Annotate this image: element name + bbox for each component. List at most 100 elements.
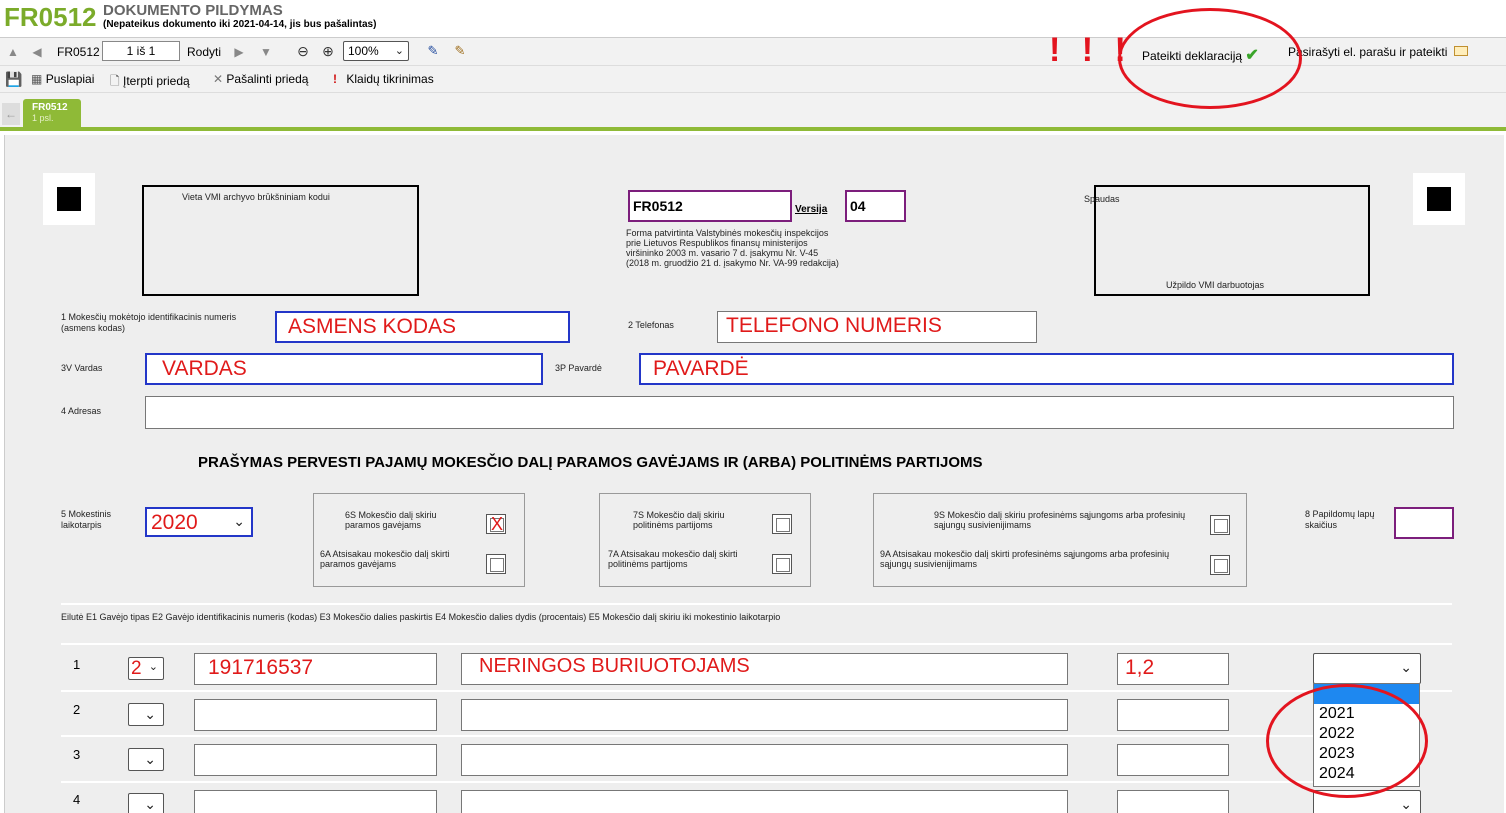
errors-label: Klaidų tikrinimas: [346, 72, 434, 86]
chevron-down-icon: ⌄: [148, 661, 158, 673]
g7a-label: 7A Atsisakau mokesčio dalį skirti politi…: [608, 549, 738, 569]
stamp-fill-label: Užpildo VMI darbuotojas: [1166, 280, 1265, 290]
field1-label: 1 Mokesčių mokėtojo identifikacinis nume…: [61, 312, 237, 333]
show-button[interactable]: Rodyti: [187, 45, 221, 59]
pages-label: Puslapiai: [45, 72, 95, 86]
address-input[interactable]: [145, 396, 1454, 429]
stamp-box: Spaudas Užpildo VMI darbuotojas: [1084, 185, 1370, 296]
group-6: 6S Mokesčio dalį skiriu paramos gavėjams…: [313, 493, 525, 587]
row1-code-input[interactable]: 191716537: [194, 653, 437, 685]
arrow-left-icon[interactable]: ◀: [30, 45, 44, 59]
toolbar-form-code: FR0512: [57, 45, 100, 59]
row2-purpose-input[interactable]: [461, 699, 1068, 731]
divider: [61, 781, 1321, 783]
tab-title: FR0512: [32, 102, 68, 113]
g6s-checkbox[interactable]: X: [486, 514, 506, 534]
exclamation-icon: !: [333, 72, 337, 86]
g6a-checkbox[interactable]: [486, 554, 506, 574]
extra-pages-input[interactable]: [1394, 507, 1454, 539]
group-9: 9S Mokesčio dalį skiriu profesinėms sąju…: [873, 493, 1247, 587]
divider: [61, 643, 1452, 645]
row1-percent-input[interactable]: 1,2: [1117, 653, 1229, 685]
insert-label: Įterpti priedą: [123, 74, 190, 88]
page-tabs: ← FR0512 1 psl.: [0, 93, 1506, 131]
row1-type-select[interactable]: 2 ⌄: [128, 657, 164, 680]
g7a-checkbox[interactable]: [772, 554, 792, 574]
tax-period-select[interactable]: 2020 ⌄: [145, 507, 253, 537]
row4-code-input[interactable]: [194, 790, 437, 813]
row1-code-value: 191716537: [208, 656, 314, 679]
phone-input[interactable]: TELEFONO NUMERIS: [717, 311, 1037, 343]
row2-percent-input[interactable]: [1117, 699, 1229, 731]
insert-icon: 🗋: [110, 74, 120, 88]
row3-code-input[interactable]: [194, 744, 437, 776]
row2-type-select[interactable]: ⌄: [128, 703, 164, 726]
arrow-right-icon[interactable]: ▶: [232, 45, 246, 59]
chevron-down-icon: ⌄: [1400, 796, 1412, 812]
chevron-down-icon: ⌄: [394, 45, 404, 57]
tax-period-value: 2020: [151, 511, 198, 534]
stamp-label: Spaudas: [1084, 194, 1120, 204]
form-heading: PRAŠYMAS PERVESTI PAJAMŲ MOKESČIO DALĮ P…: [198, 454, 983, 471]
zoom-value: 100%: [348, 44, 379, 58]
row3-percent-input[interactable]: [1117, 744, 1229, 776]
sign-label: Pasirašyti el. parašu ir pateikti: [1288, 45, 1448, 59]
table-header: Eilutė E1 Gavėjo tipas E2 Gavėjo identif…: [61, 612, 781, 622]
save-icon[interactable]: 💾: [5, 71, 22, 88]
page-number-input[interactable]: 1 iš 1: [102, 41, 180, 61]
error-check-button[interactable]: ! Klaidų tikrinimas: [333, 72, 434, 86]
field5-label: 5 Mokestinis laikotarpis: [61, 509, 112, 530]
row1-number: 1: [73, 657, 81, 672]
g6a-label: 6A Atsisakau mokesčio dalį skirti paramo…: [320, 549, 450, 569]
zoom-out-icon[interactable]: ⊖: [296, 44, 310, 58]
pages-button[interactable]: ▦ Puslapiai: [31, 72, 94, 86]
row3-number: 3: [73, 747, 81, 762]
g9a-label: 9A Atsisakau mokesčio dalį skirti profes…: [880, 549, 1170, 569]
g7s-checkbox[interactable]: [772, 514, 792, 534]
zoom-select[interactable]: 100% ⌄: [343, 41, 409, 61]
row3-type-select[interactable]: ⌄: [128, 748, 164, 771]
approval-note: Forma patvirtinta Valstybinės mokesčių i…: [626, 228, 839, 268]
archive-label: Vieta VMI archyvo brūkšniniam kodui: [182, 192, 330, 202]
certificate-icon: [1453, 46, 1468, 56]
row1-year-select[interactable]: ⌄: [1313, 653, 1421, 684]
corner-marker: [43, 173, 95, 225]
row1-purpose-input[interactable]: NERINGOS BURIUOTOJAMS: [461, 653, 1068, 685]
first-name-input[interactable]: VARDAS: [145, 353, 543, 385]
remove-attachment-button[interactable]: ✕ Pašalinti priedą: [213, 72, 308, 86]
zoom-in-icon[interactable]: ⊕: [321, 44, 335, 58]
row2-number: 2: [73, 702, 81, 717]
last-name-value: PAVARDĖ: [653, 357, 749, 380]
annotation-ellipse: [1266, 684, 1428, 798]
field3p-label: 3P Pavardė: [555, 363, 602, 373]
field8-label: 8 Papildomų lapų skaičius: [1305, 509, 1375, 530]
arrow-up-icon[interactable]: ▲: [6, 45, 20, 59]
version-label: Versija: [795, 204, 828, 215]
row4-type-select[interactable]: ⌄: [128, 793, 164, 813]
insert-attachment-button[interactable]: 🗋 Įterpti priedą: [110, 72, 190, 93]
last-name-input[interactable]: PAVARDĖ: [639, 353, 1454, 385]
row4-purpose-input[interactable]: [461, 790, 1068, 813]
arrow-down-icon[interactable]: ▼: [259, 45, 273, 59]
chevron-down-icon: ⌄: [144, 751, 156, 767]
divider: [61, 735, 1321, 737]
header-title: DOKUMENTO PILDYMAS: [103, 2, 283, 19]
edit-check-icon[interactable]: ✎: [453, 44, 467, 58]
g9s-checkbox[interactable]: [1210, 515, 1230, 535]
phone-value: TELEFONO NUMERIS: [726, 314, 942, 337]
g9a-checkbox[interactable]: [1210, 555, 1230, 575]
remove-label: Pašalinti priedą: [226, 72, 309, 86]
field2-label: 2 Telefonas: [628, 320, 674, 330]
archive-barcode-box: Vieta VMI archyvo brūkšniniam kodui: [142, 185, 419, 296]
arrow-left-icon[interactable]: ←: [2, 103, 20, 125]
row3-purpose-input[interactable]: [461, 744, 1068, 776]
g6s-label: 6S Mokesčio dalį skiriu paramos gavėjams: [345, 510, 437, 530]
row2-code-input[interactable]: [194, 699, 437, 731]
header-form-code: FR0512: [4, 2, 97, 32]
personal-code-input[interactable]: ASMENS KODAS: [275, 311, 570, 343]
sign-and-submit-button[interactable]: Pasirašyti el. parašu ir pateikti: [1288, 45, 1468, 59]
header-note: (Nepateikus dokumento iki 2021-04-14, ji…: [103, 19, 377, 30]
row4-percent-input[interactable]: [1117, 790, 1229, 813]
tab-page-1[interactable]: FR0512 1 psl.: [23, 99, 81, 131]
edit-icon[interactable]: ✎: [426, 44, 440, 58]
